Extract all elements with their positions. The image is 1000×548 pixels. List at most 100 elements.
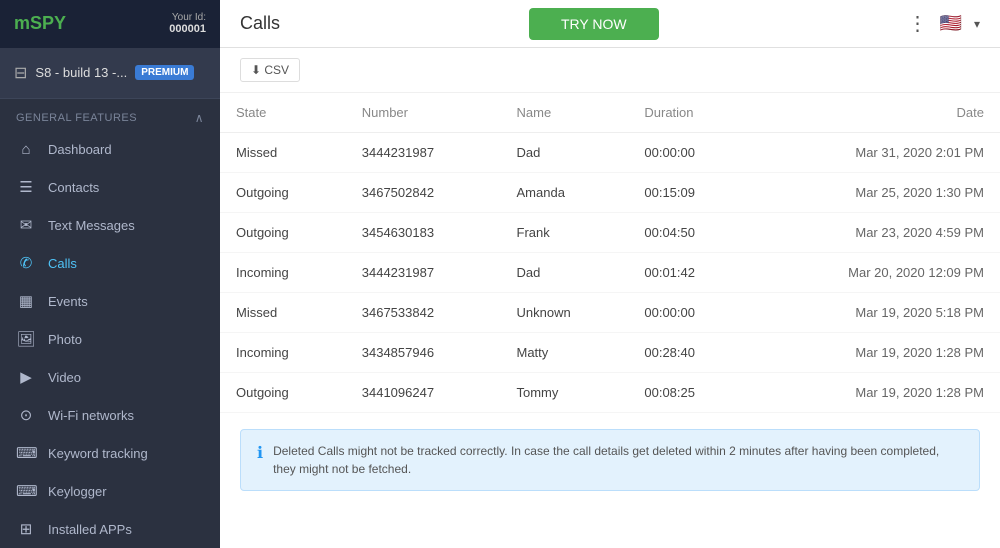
cell-name: Amanda — [501, 173, 629, 213]
info-box: ℹ Deleted Calls might not be tracked cor… — [240, 429, 980, 491]
cell-state: Missed — [220, 133, 346, 173]
cell-number: 3434857946 — [346, 333, 501, 373]
cell-state: Missed — [220, 293, 346, 333]
main-area: Calls TRY NOW ⋮ 🇺🇸 ▾ ⬇ CSV State Number … — [220, 0, 1000, 548]
sidebar-item-wifi[interactable]: ⊙ Wi-Fi networks — [0, 396, 220, 434]
info-text: Deleted Calls might not be tracked corre… — [273, 442, 963, 478]
sidebar-item-contacts[interactable]: ☰ Contacts — [0, 168, 220, 206]
photo-icon: 🖼 — [16, 330, 36, 348]
cell-state: Outgoing — [220, 213, 346, 253]
general-features-header: GENERAL FEATURES ∧ — [0, 99, 220, 131]
cell-name: Frank — [501, 213, 629, 253]
apps-icon: ⊞ — [16, 520, 36, 538]
logo-accent: m — [14, 13, 30, 33]
cell-name: Dad — [501, 133, 629, 173]
contacts-icon: ☰ — [16, 178, 36, 196]
keyword-label: Keyword tracking — [48, 446, 148, 461]
cell-date: Mar 19, 2020 5:18 PM — [751, 293, 1000, 333]
user-id: 000001 — [169, 23, 206, 35]
cell-date: Mar 23, 2020 4:59 PM — [751, 213, 1000, 253]
messages-icon: ✉ — [16, 216, 36, 234]
cell-state: Incoming — [220, 253, 346, 293]
sidebar-item-keyword[interactable]: ⌨ Keyword tracking — [0, 434, 220, 472]
user-id-label: Your Id: — [172, 12, 206, 23]
info-icon: ℹ — [257, 443, 263, 463]
dashboard-label: Dashboard — [48, 142, 112, 157]
cell-date: Mar 25, 2020 1:30 PM — [751, 173, 1000, 213]
cell-duration: 00:15:09 — [628, 173, 751, 213]
cell-date: Mar 31, 2020 2:01 PM — [751, 133, 1000, 173]
dashboard-icon: ⌂ — [16, 141, 36, 158]
table-row: Outgoing 3467502842 Amanda 00:15:09 Mar … — [220, 173, 1000, 213]
calls-label: Calls — [48, 256, 77, 271]
sidebar-item-dashboard[interactable]: ⌂ Dashboard — [0, 131, 220, 168]
cell-date: Mar 19, 2020 1:28 PM — [751, 373, 1000, 413]
general-features-label: GENERAL FEATURES — [16, 112, 137, 124]
table-row: Incoming 3444231987 Dad 00:01:42 Mar 20,… — [220, 253, 1000, 293]
events-icon: ▦ — [16, 292, 36, 310]
keylogger-icon: ⌨ — [16, 482, 36, 500]
col-duration: Duration — [628, 93, 751, 133]
table-row: Outgoing 3454630183 Frank 00:04:50 Mar 2… — [220, 213, 1000, 253]
cell-state: Incoming — [220, 333, 346, 373]
cell-date: Mar 20, 2020 12:09 PM — [751, 253, 1000, 293]
cell-number: 3454630183 — [346, 213, 501, 253]
language-chevron-icon[interactable]: ▾ — [974, 17, 980, 31]
sidebar-item-text-messages[interactable]: ✉ Text Messages — [0, 206, 220, 244]
android-icon: ⊟ — [14, 63, 27, 83]
logo-bar: mSPY Your Id: 000001 — [0, 0, 220, 48]
cell-name: Tommy — [501, 373, 629, 413]
cell-name: Matty — [501, 333, 629, 373]
collapse-icon[interactable]: ∧ — [195, 111, 204, 125]
contacts-label: Contacts — [48, 180, 99, 195]
sidebar: mSPY Your Id: 000001 ⊟ S8 - build 13 -..… — [0, 0, 220, 548]
table-body: Missed 3444231987 Dad 00:00:00 Mar 31, 2… — [220, 133, 1000, 413]
calls-table: State Number Name Duration Date Missed 3… — [220, 93, 1000, 413]
sidebar-item-video[interactable]: ▶ Video — [0, 358, 220, 396]
table-row: Missed 3467533842 Unknown 00:00:00 Mar 1… — [220, 293, 1000, 333]
text-messages-label: Text Messages — [48, 218, 135, 233]
cell-date: Mar 19, 2020 1:28 PM — [751, 333, 1000, 373]
table-row: Outgoing 3441096247 Tommy 00:08:25 Mar 1… — [220, 373, 1000, 413]
cell-name: Dad — [501, 253, 629, 293]
cell-duration: 00:00:00 — [628, 293, 751, 333]
cell-number: 3444231987 — [346, 253, 501, 293]
installed-apps-label: Installed APPs — [48, 522, 132, 537]
export-button[interactable]: ⬇ CSV — [240, 58, 300, 82]
col-state: State — [220, 93, 346, 133]
logo: mSPY — [14, 13, 66, 34]
cell-number: 3467502842 — [346, 173, 501, 213]
device-bar: ⊟ S8 - build 13 -... PREMIUM — [0, 48, 220, 99]
col-number: Number — [346, 93, 501, 133]
nav-menu: ⌂ Dashboard ☰ Contacts ✉ Text Messages ✆… — [0, 131, 220, 548]
premium-badge: PREMIUM — [135, 65, 194, 80]
wifi-label: Wi-Fi networks — [48, 408, 134, 423]
events-label: Events — [48, 294, 88, 309]
cell-duration: 00:28:40 — [628, 333, 751, 373]
sidebar-item-installed-apps[interactable]: ⊞ Installed APPs — [0, 510, 220, 548]
content-area: ⬇ CSV State Number Name Duration Date Mi… — [220, 48, 1000, 548]
sidebar-item-calls[interactable]: ✆ Calls — [0, 244, 220, 282]
sidebar-item-keylogger[interactable]: ⌨ Keylogger — [0, 472, 220, 510]
cell-name: Unknown — [501, 293, 629, 333]
photo-label: Photo — [48, 332, 82, 347]
cell-duration: 00:00:00 — [628, 133, 751, 173]
sidebar-item-photo[interactable]: 🖼 Photo — [0, 320, 220, 358]
header-row: State Number Name Duration Date — [220, 93, 1000, 133]
try-now-button[interactable]: TRY NOW — [529, 8, 659, 40]
table-row: Missed 3444231987 Dad 00:00:00 Mar 31, 2… — [220, 133, 1000, 173]
calls-icon: ✆ — [16, 254, 36, 272]
video-label: Video — [48, 370, 81, 385]
cell-number: 3444231987 — [346, 133, 501, 173]
cell-state: Outgoing — [220, 373, 346, 413]
col-date: Date — [751, 93, 1000, 133]
cell-duration: 00:01:42 — [628, 253, 751, 293]
cell-state: Outgoing — [220, 173, 346, 213]
cell-duration: 00:08:25 — [628, 373, 751, 413]
col-name: Name — [501, 93, 629, 133]
cell-number: 3441096247 — [346, 373, 501, 413]
device-name: S8 - build 13 -... — [35, 65, 127, 80]
cell-duration: 00:04:50 — [628, 213, 751, 253]
more-options-button[interactable]: ⋮ — [908, 11, 928, 36]
sidebar-item-events[interactable]: ▦ Events — [0, 282, 220, 320]
